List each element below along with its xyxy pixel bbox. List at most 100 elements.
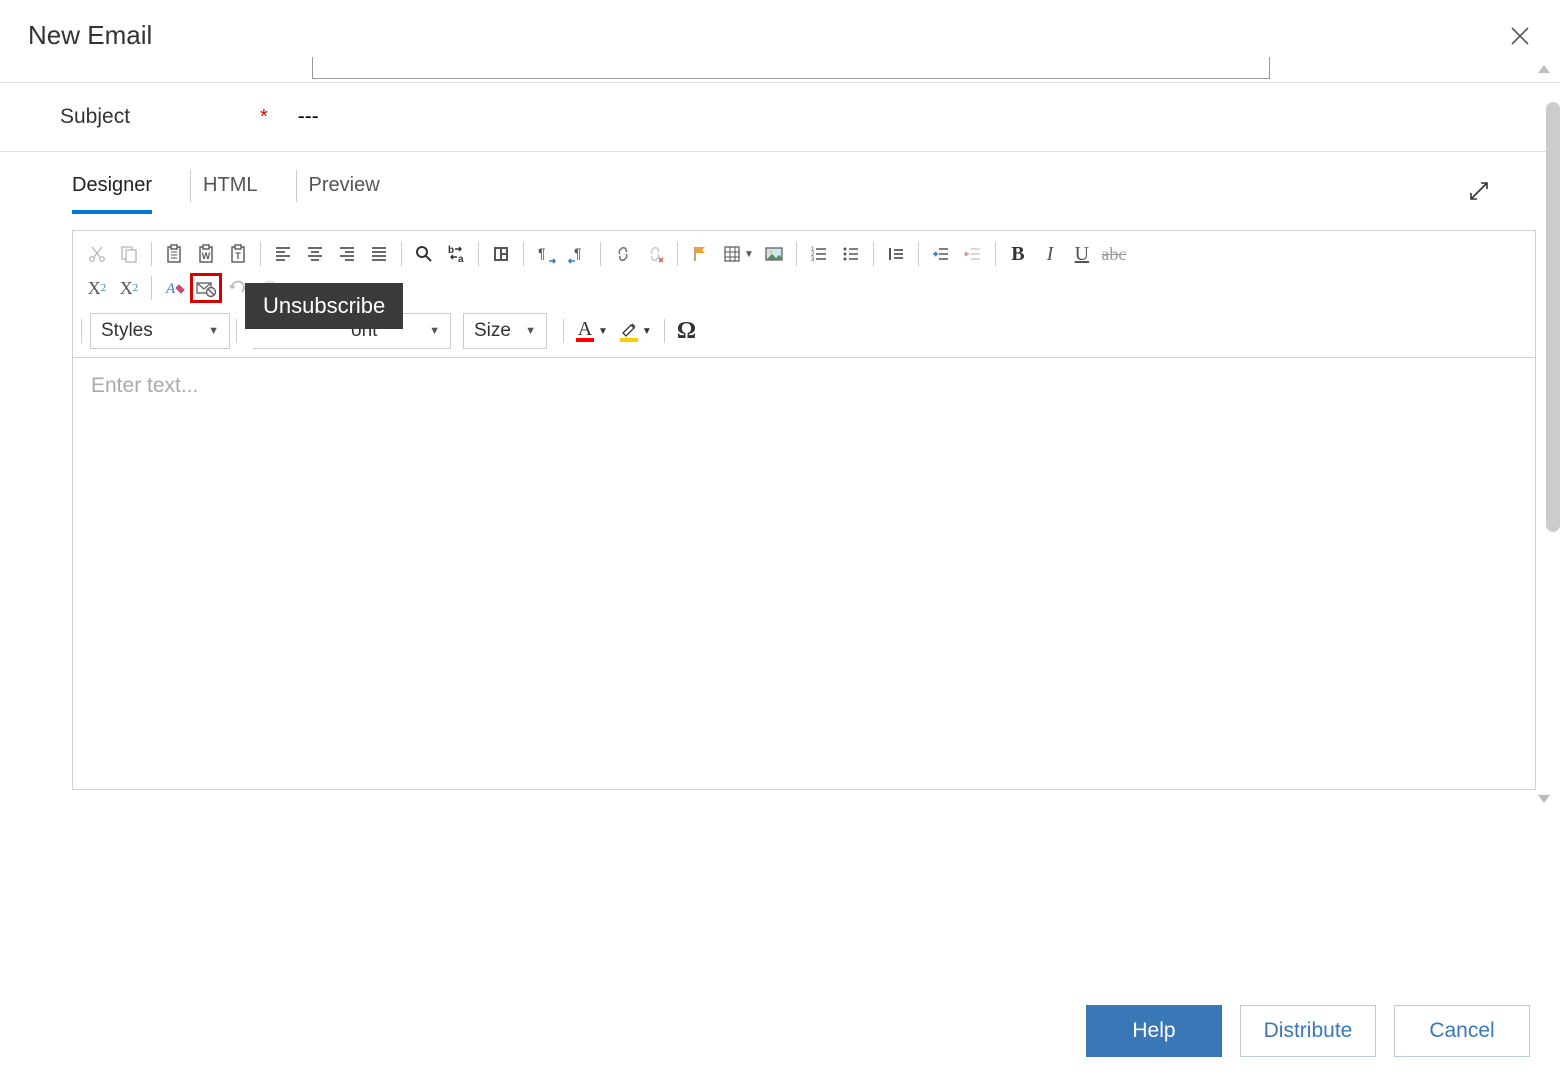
underline-button[interactable]: U bbox=[1066, 239, 1098, 269]
subscript-button[interactable]: X2 bbox=[81, 273, 113, 303]
unlink-button[interactable] bbox=[639, 239, 671, 269]
background-color-button[interactable]: ▼ bbox=[620, 320, 652, 342]
toolbar-separator bbox=[563, 319, 564, 343]
justify-button[interactable] bbox=[363, 239, 395, 269]
remove-format-button[interactable]: A bbox=[158, 273, 190, 303]
bg-color-icon bbox=[620, 320, 638, 342]
replace-button[interactable]: ba bbox=[440, 239, 472, 269]
table-button[interactable]: ▼ bbox=[716, 239, 758, 269]
editor-toolbar: W T ba ¶ ¶ bbox=[73, 231, 1535, 358]
cancel-button[interactable]: Cancel bbox=[1394, 1005, 1530, 1057]
unlink-icon bbox=[645, 244, 665, 264]
svg-text:¶: ¶ bbox=[538, 245, 546, 261]
strikethrough-button[interactable]: abc bbox=[1098, 239, 1130, 269]
rtl-button[interactable]: ¶ bbox=[562, 239, 594, 269]
rtl-icon: ¶ bbox=[567, 244, 589, 264]
superscript-glyph: X bbox=[120, 278, 133, 299]
text-color-button[interactable]: A ▼ bbox=[576, 320, 608, 342]
tab-separator bbox=[296, 170, 297, 202]
superscript-button[interactable]: X2 bbox=[113, 273, 145, 303]
subject-field-row: Subject * --- bbox=[0, 83, 1560, 152]
flag-icon bbox=[690, 244, 710, 264]
svg-text:b: b bbox=[448, 245, 454, 256]
scrollbar-thumb[interactable] bbox=[1546, 102, 1560, 532]
image-icon bbox=[764, 244, 784, 264]
align-right-icon bbox=[337, 244, 357, 264]
find-button[interactable] bbox=[408, 239, 440, 269]
templates-button[interactable] bbox=[485, 239, 517, 269]
align-left-button[interactable] bbox=[267, 239, 299, 269]
bullet-list-button[interactable] bbox=[835, 239, 867, 269]
align-right-button[interactable] bbox=[331, 239, 363, 269]
scroll-down-arrow[interactable] bbox=[1538, 795, 1550, 803]
svg-text:a: a bbox=[458, 254, 464, 264]
editor-placeholder: Enter text... bbox=[91, 374, 198, 397]
unsubscribe-icon bbox=[195, 278, 217, 298]
combo-label: Size bbox=[474, 320, 511, 342]
tab-separator bbox=[190, 170, 191, 202]
previous-field-input[interactable] bbox=[312, 57, 1270, 79]
toolbar-separator bbox=[81, 319, 82, 343]
paste-as-text-button[interactable]: T bbox=[222, 239, 254, 269]
expand-icon bbox=[1468, 180, 1490, 202]
table-icon bbox=[722, 244, 742, 264]
special-char-button[interactable]: Ω bbox=[671, 318, 702, 345]
svg-text:3: 3 bbox=[811, 257, 815, 263]
rich-text-editor: W T ba ¶ ¶ bbox=[72, 230, 1536, 790]
increase-indent-button[interactable] bbox=[925, 239, 957, 269]
toolbar-separator bbox=[918, 242, 919, 266]
toolbar-separator bbox=[873, 242, 874, 266]
italic-button[interactable]: I bbox=[1034, 239, 1066, 269]
align-left-icon bbox=[273, 244, 293, 264]
subscript-glyph: X bbox=[88, 278, 101, 299]
link-button[interactable] bbox=[607, 239, 639, 269]
editor-tabs-row: Designer HTML Preview bbox=[0, 170, 1560, 212]
unsubscribe-button[interactable] bbox=[190, 273, 222, 303]
bold-button[interactable]: B bbox=[1002, 239, 1034, 269]
distribute-button[interactable]: Distribute bbox=[1240, 1005, 1376, 1057]
new-email-dialog: New Email Subject * --- Designer HTML Pr… bbox=[0, 0, 1560, 1087]
styles-combo[interactable]: Styles ▼ bbox=[90, 313, 230, 349]
expand-editor-button[interactable] bbox=[1468, 180, 1500, 202]
toolbar-separator bbox=[151, 242, 152, 266]
toolbar-separator bbox=[600, 242, 601, 266]
scissors-icon bbox=[87, 244, 107, 264]
size-combo[interactable]: Size ▼ bbox=[463, 313, 547, 349]
blockquote-icon bbox=[886, 244, 906, 264]
blockquote-button[interactable] bbox=[880, 239, 912, 269]
close-button[interactable] bbox=[1510, 26, 1530, 46]
help-button[interactable]: Help bbox=[1086, 1005, 1222, 1057]
replace-icon: ba bbox=[445, 244, 467, 264]
toolbar-row-1: W T ba ¶ ¶ bbox=[81, 237, 1527, 271]
tab-designer[interactable]: Designer bbox=[72, 170, 152, 212]
editor-tabs: Designer HTML Preview bbox=[72, 170, 406, 212]
strike-icon: abc bbox=[1101, 244, 1126, 265]
svg-text:T: T bbox=[235, 251, 241, 261]
paste-button[interactable] bbox=[158, 239, 190, 269]
paste-from-word-button[interactable]: W bbox=[190, 239, 222, 269]
anchor-button[interactable] bbox=[684, 239, 716, 269]
link-icon bbox=[613, 244, 633, 264]
clipboard-text-icon: T bbox=[228, 244, 248, 264]
editor-body[interactable]: Enter text... bbox=[73, 358, 1535, 414]
svg-text:A: A bbox=[165, 281, 176, 297]
scrollbar-track[interactable] bbox=[1546, 102, 1560, 802]
copy-button[interactable] bbox=[113, 239, 145, 269]
numbered-list-button[interactable]: 123 bbox=[803, 239, 835, 269]
image-button[interactable] bbox=[758, 239, 790, 269]
outdent-icon bbox=[963, 244, 983, 264]
scroll-up-arrow[interactable] bbox=[1538, 65, 1550, 73]
toolbar-separator bbox=[401, 242, 402, 266]
decrease-indent-button[interactable] bbox=[957, 239, 989, 269]
copy-icon bbox=[119, 244, 139, 264]
ltr-button[interactable]: ¶ bbox=[530, 239, 562, 269]
tab-html[interactable]: HTML bbox=[203, 170, 257, 212]
align-center-icon bbox=[305, 244, 325, 264]
cut-button[interactable] bbox=[81, 239, 113, 269]
subject-value[interactable]: --- bbox=[298, 105, 319, 129]
required-indicator: * bbox=[260, 106, 268, 129]
align-center-button[interactable] bbox=[299, 239, 331, 269]
numbered-list-icon: 123 bbox=[809, 244, 829, 264]
toolbar-separator bbox=[796, 242, 797, 266]
tab-preview[interactable]: Preview bbox=[309, 170, 380, 212]
